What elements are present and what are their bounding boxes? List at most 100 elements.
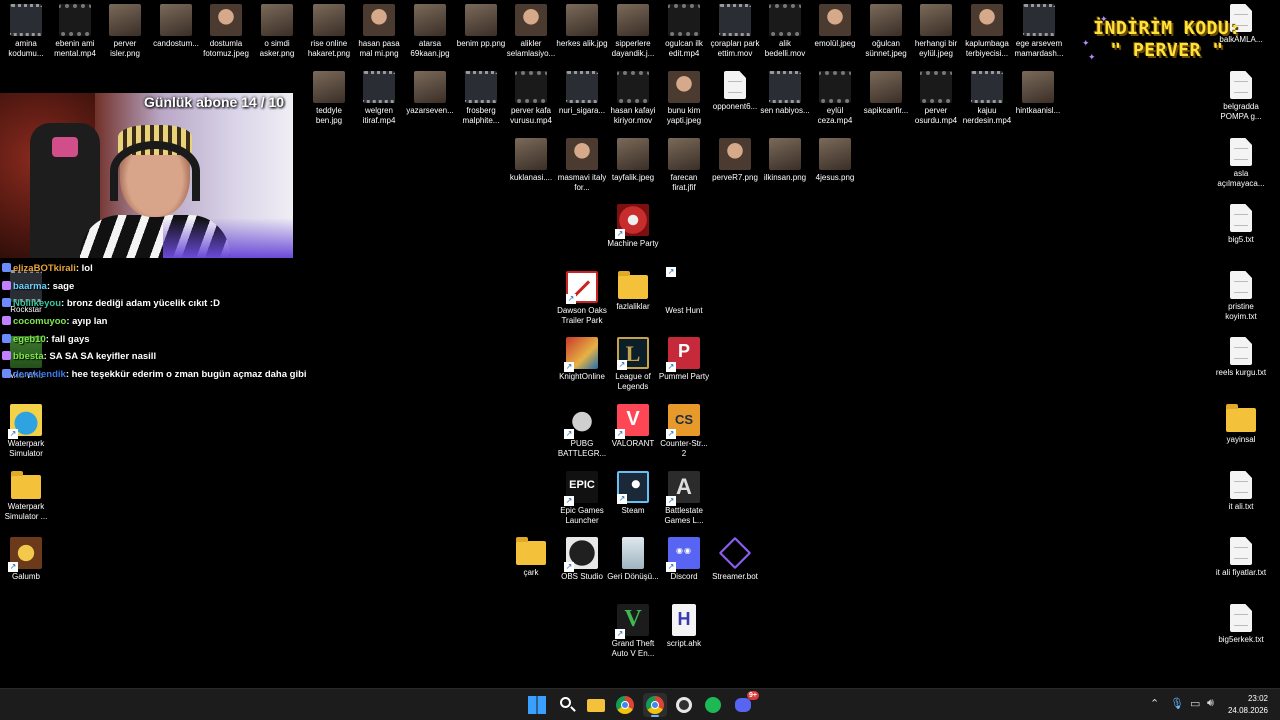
desktop-icon[interactable]: sen nabiyos... [759, 71, 811, 116]
video-icon [769, 71, 801, 103]
start-button[interactable] [525, 693, 549, 717]
desktop-icon[interactable]: teddyle ben.jpg [303, 71, 355, 126]
desktop-icon[interactable]: masmavi italy for... [556, 138, 608, 193]
desktop-icon[interactable]: farecan firat.jfif [658, 138, 710, 193]
desktop-icon[interactable]: çark [505, 537, 557, 578]
image-icon [515, 4, 547, 36]
desktop-icon[interactable]: Waterpark Simulator ... [0, 471, 52, 522]
chrome-profile-button[interactable] [643, 693, 667, 717]
desktop-icon[interactable]: amina kodumu... [0, 4, 52, 59]
chat-username: Nollikeyou [13, 298, 62, 310]
desktop-icon[interactable]: o simdi asker.png [251, 4, 303, 59]
desktop-icon[interactable]: kuklanasi.... [505, 138, 557, 183]
desktop-icon[interactable]: League of Legends [607, 337, 659, 392]
volume-icon[interactable]: 🔊︎ [1207, 697, 1214, 710]
desktop-icon[interactable]: fazlaliklar [607, 271, 659, 312]
sparkle-icon: ✦ [1082, 38, 1090, 48]
desktop-icon[interactable]: perver isler.png [99, 4, 151, 59]
spotify-button[interactable] [701, 693, 725, 717]
desktop-icon[interactable]: candostum... [150, 4, 202, 49]
desktop-icon[interactable]: eylül ceza.mp4 [809, 71, 861, 126]
desktop-icon[interactable]: opponent6... [709, 71, 761, 112]
desktop-icon[interactable]: rise online hakaret.png [303, 4, 355, 59]
chat-badge-icon [2, 369, 11, 379]
desktop-icon[interactable]: perver kafa vurusu.mp4 [505, 71, 557, 126]
desktop-icon[interactable]: sapikcanfir... [860, 71, 912, 116]
chrome-button[interactable] [613, 693, 637, 717]
desktop-icon[interactable]: OBS Studio [556, 537, 608, 582]
desktop-icon[interactable]: alik bedelli.mov [759, 4, 811, 59]
desktop-icon[interactable]: Galumb [0, 537, 52, 582]
desktop-icon[interactable]: reels kurgu.txt [1215, 337, 1267, 378]
desktop-icon[interactable]: big5erkek.txt [1215, 604, 1267, 645]
desktop-icon[interactable]: hasan kafayi kiriyor.mov [607, 71, 659, 126]
search-button[interactable] [555, 693, 579, 717]
desktop-icon[interactable]: it ali.txt [1215, 471, 1267, 512]
chevron-up-icon[interactable]: ⌃ [1150, 697, 1159, 710]
desktop-icon[interactable]: hintkaanisl... [1012, 71, 1064, 116]
desktop-icon[interactable]: Battlestate Games L... [658, 471, 710, 526]
desktop-icon[interactable]: KnightOnline [556, 337, 608, 382]
desktop-icon[interactable]: perver osurdu.mp4 [910, 71, 962, 126]
obs-button[interactable] [672, 693, 696, 717]
discord-button[interactable]: 9+ [731, 691, 759, 717]
desktop-icon[interactable]: sipperlere dayandik.j... [607, 4, 659, 59]
desktop-icon[interactable]: yayinsal [1215, 404, 1267, 445]
desktop-icon[interactable]: ilkinsan.png [759, 138, 811, 183]
microphone-icon[interactable]: 🎙︎ [1170, 697, 1184, 710]
image-icon [313, 71, 345, 103]
desktop-icon[interactable]: nuri_sigara... [556, 71, 608, 116]
desktop-icon[interactable]: Pummel Party [658, 337, 710, 382]
desktop-icon[interactable]: pristine koyim.txt [1215, 271, 1267, 322]
desktop-icon[interactable]: Geri Dönüşü... [607, 537, 659, 582]
desktop-icon[interactable]: script.ahk [658, 604, 710, 649]
desktop-icon[interactable]: Discord [658, 537, 710, 582]
desktop-icon[interactable]: çorapları park ettim.mov [709, 4, 761, 59]
desktop-icon[interactable]: belgradda POMPA g... [1215, 71, 1267, 122]
desktop-icon[interactable]: perveR7.png [709, 138, 761, 183]
desktop-icon[interactable]: kaplumbaga terbiyecisi... [961, 4, 1013, 59]
desktop-icon-label: OBS Studio [561, 572, 603, 581]
desktop-icon[interactable]: atarsa 69kaan.jpg [404, 4, 456, 59]
desktop-icon[interactable]: PUBG BATTLEGR... [556, 404, 608, 459]
desktop-icon[interactable]: kajuu nerdesin.mp4 [961, 71, 1013, 126]
desktop-icon[interactable]: West Hunt [658, 267, 710, 316]
desktop-icon[interactable]: Counter-Str... 2 [658, 404, 710, 459]
desktop-icon[interactable]: herkes alik.jpg [556, 4, 608, 49]
desktop-icon[interactable]: it ali fiyatlar.txt [1215, 537, 1267, 578]
desktop-icon[interactable]: hasan pasa mal mi.png [353, 4, 405, 59]
desktop-icon[interactable]: welgren itiraf.mp4 [353, 71, 405, 126]
file-explorer-button[interactable] [584, 693, 608, 717]
desktop-icon[interactable]: asla açılmayaca... [1215, 138, 1267, 189]
counter-strike-icon [666, 404, 700, 439]
desktop-icon[interactable]: frosberg malphite... [455, 71, 507, 126]
desktop-icon[interactable]: tayfalik.jpeg [607, 138, 659, 183]
desktop-icon[interactable]: alikler selamlasiyo... [505, 4, 557, 59]
desktop-icon[interactable]: herhangi bir eylül.jpeg [910, 4, 962, 59]
desktop-icon[interactable]: yazarseven... [404, 71, 456, 116]
desktop-icon[interactable]: oğulcan sünnet.jpeg [860, 4, 912, 59]
desktop-icon[interactable]: VALORANT [607, 404, 659, 449]
desktop-icon[interactable]: Grand Theft Auto V En... [607, 604, 659, 659]
desktop-icon[interactable]: Dawson Oaks Trailer Park [556, 271, 608, 326]
desktop-icon-label: perveR7.png [712, 173, 758, 182]
desktop-icon[interactable]: ebenin ami mental.mp4 [49, 4, 101, 59]
desktop-icon[interactable]: Steam [607, 471, 659, 516]
desktop-icon-label: hintkaanisl... [1015, 106, 1061, 115]
desktop-icon[interactable]: Machine Party [607, 204, 659, 249]
system-clock[interactable]: 23:02 24.08.2026 [1228, 693, 1268, 717]
desktop-icon[interactable]: ege arsevem mamardash... [1013, 4, 1065, 59]
desktop-icon[interactable]: Waterpark Simulator [0, 404, 52, 459]
desktop-icon[interactable]: benim pp.png [455, 4, 507, 49]
battlestate-icon [666, 471, 700, 506]
desktop-icon[interactable]: Epic Games Launcher [556, 471, 608, 526]
desktop-icon[interactable]: 4jesus.png [809, 138, 861, 183]
desktop-icon[interactable]: ogulcan ilk edit.mp4 [658, 4, 710, 59]
desktop-icon[interactable]: dostumla fotomuz.jpeg [200, 4, 252, 59]
desktop-icon[interactable]: bunu kim yapti.jpeg [658, 71, 710, 126]
desktop-icon[interactable]: Streamer.bot [709, 536, 761, 582]
desktop-icon[interactable]: emolül.jpeg [809, 4, 861, 49]
network-icon[interactable]: ▭ [1190, 697, 1200, 710]
image-icon [109, 4, 141, 36]
desktop-icon[interactable]: big5.txt [1215, 204, 1267, 245]
